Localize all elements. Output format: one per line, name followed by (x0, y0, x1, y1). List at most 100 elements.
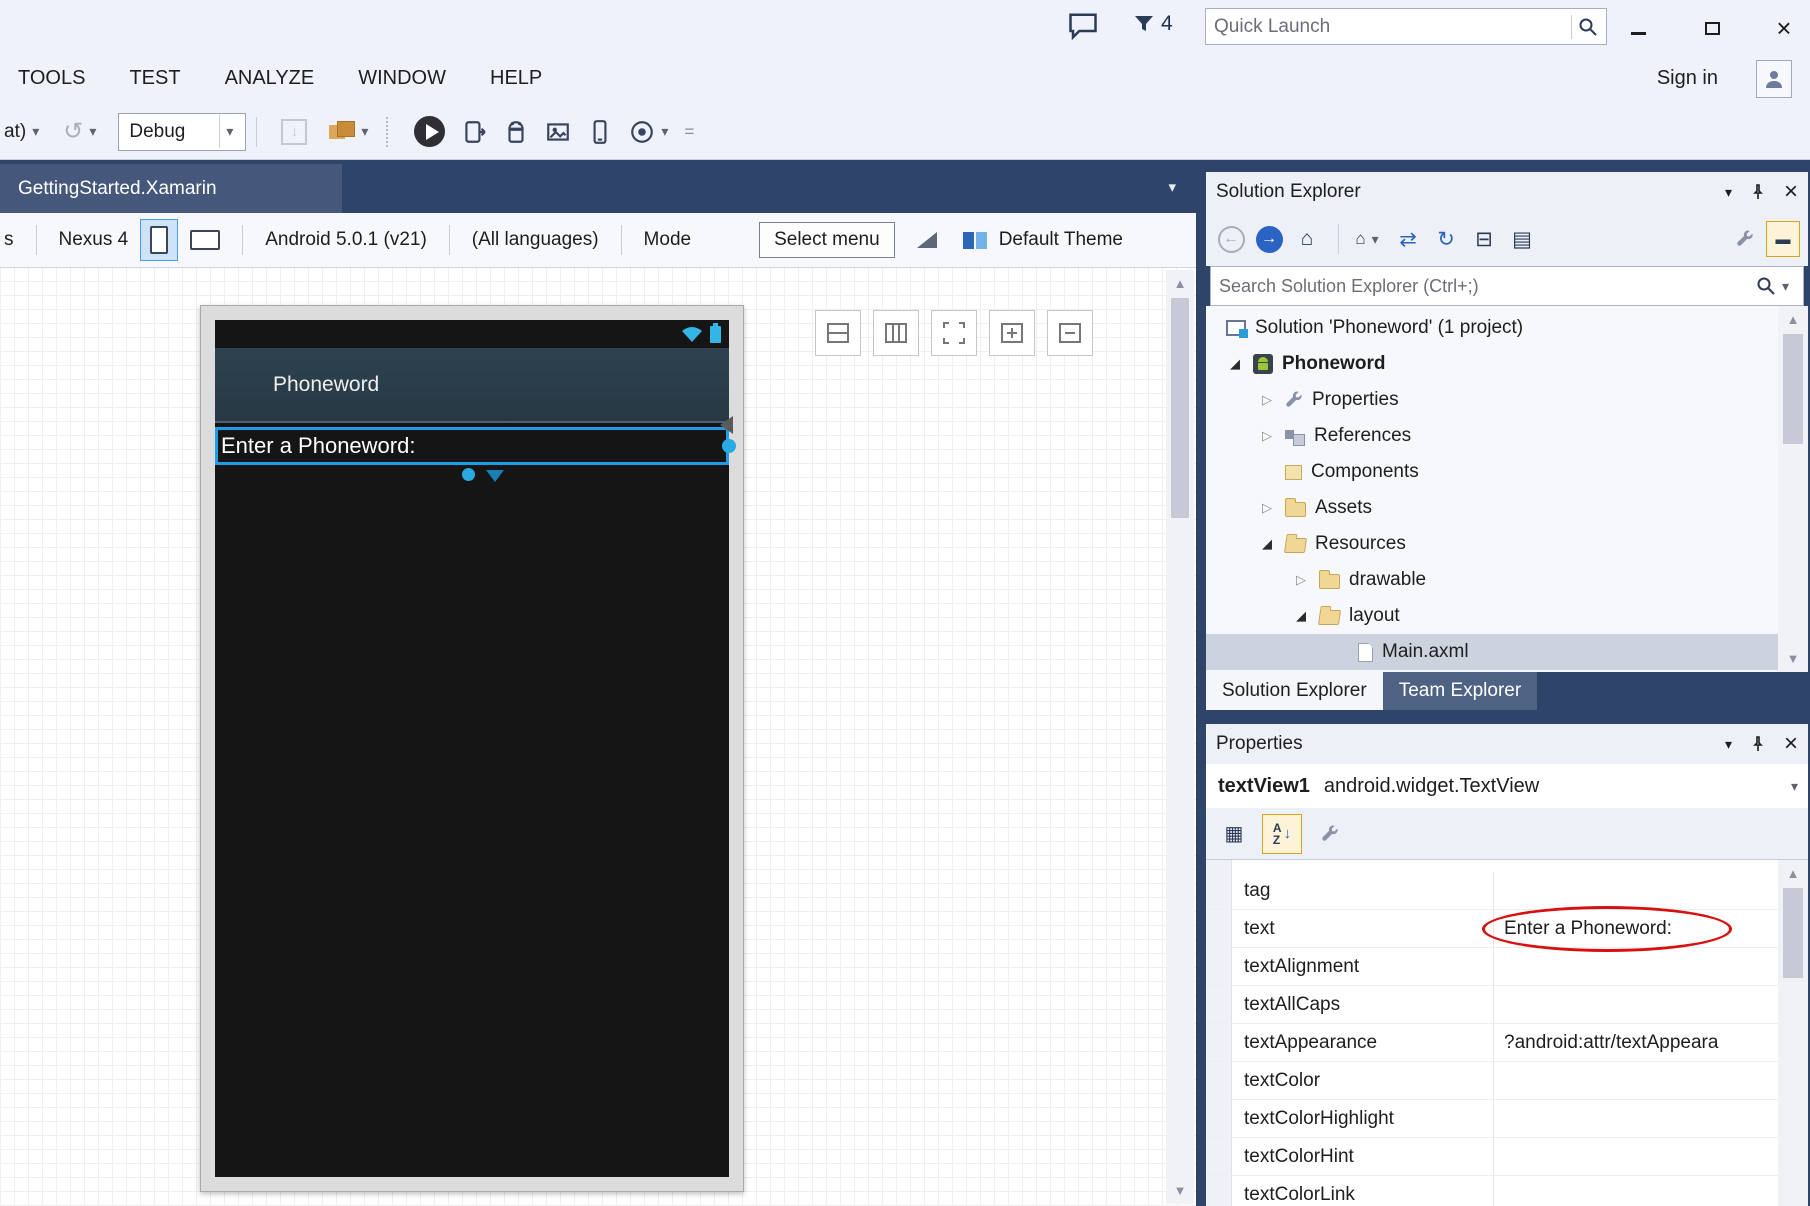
categorized-view-button[interactable]: ▦ (1214, 814, 1254, 854)
split-vertical-button[interactable] (873, 310, 919, 356)
chevron-down-icon[interactable]: ▾ (361, 123, 368, 140)
android-version-selector[interactable]: Android 5.0.1 (v21) (265, 229, 427, 251)
property-value[interactable] (1494, 1100, 1778, 1137)
attach-process-icon[interactable] (329, 121, 355, 143)
close-icon[interactable]: × (1784, 732, 1798, 756)
property-value[interactable] (1494, 1138, 1778, 1175)
android-emulator-icon[interactable] (503, 119, 529, 145)
scroll-down-icon[interactable]: ▼ (1778, 651, 1808, 666)
property-row-textallcaps[interactable]: textAllCaps (1206, 986, 1778, 1024)
action-bar-options-icon[interactable] (917, 232, 937, 248)
solution-explorer-header[interactable]: Solution Explorer ▾ × (1206, 172, 1808, 212)
selected-textview[interactable]: Enter a Phoneword: (215, 427, 729, 465)
window-minimize-button[interactable] (1616, 10, 1660, 46)
record-profile-icon[interactable] (629, 119, 655, 145)
property-row-textcolorhint[interactable]: textColorHint (1206, 1138, 1778, 1176)
properties-header[interactable]: Properties ▾ × (1206, 724, 1808, 764)
solution-explorer-search-box[interactable]: ▾ (1210, 266, 1804, 306)
property-row-textcolorhighlight[interactable]: textColorHighlight (1206, 1100, 1778, 1138)
chevron-down-icon[interactable]: ▾ (1791, 778, 1798, 795)
tree-item-components[interactable]: Components (1206, 454, 1808, 490)
tree-item-references[interactable]: ▷ References (1206, 418, 1808, 454)
forward-button[interactable]: → (1252, 221, 1286, 257)
property-value[interactable] (1494, 872, 1778, 909)
tree-item-main-axml[interactable]: Main.axml (1206, 634, 1808, 670)
notifications-flag[interactable]: 4 (1132, 12, 1173, 36)
quick-launch-box[interactable] (1205, 8, 1607, 45)
expander-expanded-icon[interactable]: ◢ (1292, 608, 1310, 624)
scroll-up-icon[interactable]: ▲ (1166, 276, 1194, 291)
user-account-button[interactable] (1756, 60, 1792, 98)
theme-selector[interactable]: Default Theme (999, 229, 1123, 251)
property-value[interactable] (1494, 948, 1778, 985)
menu-test[interactable]: TEST (129, 67, 180, 90)
property-row-textalignment[interactable]: textAlignment (1206, 948, 1778, 986)
language-selector[interactable]: (All languages) (472, 229, 599, 251)
show-all-files-button[interactable]: ▤ (1505, 221, 1539, 257)
resize-handle-right[interactable] (722, 439, 736, 453)
back-button[interactable]: ← (1214, 221, 1248, 257)
home-button[interactable]: ⌂ (1290, 221, 1324, 257)
window-close-button[interactable]: × (1762, 10, 1806, 46)
scroll-down-icon[interactable]: ▼ (1166, 1183, 1194, 1198)
preview-selected-items-toggle[interactable]: ▬ (1766, 221, 1800, 257)
sync-with-active-document-button[interactable]: ⇄ (1391, 221, 1425, 257)
property-row-textcolor[interactable]: textColor (1206, 1062, 1778, 1100)
tree-item-layout[interactable]: ◢ layout (1206, 598, 1808, 634)
property-row-text[interactable]: text Enter a Phoneword: (1206, 910, 1778, 948)
scrollbar-thumb[interactable] (1171, 298, 1189, 518)
scrollbar-thumb[interactable] (1783, 334, 1803, 444)
tab-solution-explorer[interactable]: Solution Explorer (1206, 672, 1383, 710)
tab-list-chevron-icon[interactable]: ▾ (1168, 178, 1176, 196)
property-value[interactable]: ?android:attr/textAppeara (1494, 1024, 1778, 1061)
expander-collapsed-icon[interactable]: ▷ (1258, 428, 1276, 444)
quick-launch-input[interactable] (1214, 16, 1565, 38)
chevron-down-icon[interactable]: ▾ (89, 123, 96, 140)
document-scrollbar[interactable]: ▲ ▼ (1166, 270, 1194, 1204)
properties-scrollbar[interactable]: ▲ (1778, 860, 1808, 1206)
property-pages-wrench-button[interactable] (1310, 814, 1350, 854)
document-tab-gettingstarted[interactable]: GettingStarted.Xamarin (0, 164, 342, 213)
tree-item-resources[interactable]: ◢ Resources (1206, 526, 1808, 562)
tree-item-solution[interactable]: Solution 'Phoneword' (1 project) (1206, 310, 1808, 346)
expander-expanded-icon[interactable]: ◢ (1226, 356, 1244, 372)
split-horizontal-button[interactable] (815, 310, 861, 356)
toolbar-overflow-grip[interactable]: = (684, 122, 692, 142)
fit-to-screen-button[interactable] (931, 310, 977, 356)
collapse-all-button[interactable]: ⊟ (1467, 221, 1501, 257)
tree-item-drawable[interactable]: ▷ drawable (1206, 562, 1808, 598)
theme-swatch-icon[interactable] (963, 232, 987, 249)
deploy-device-icon[interactable] (461, 119, 487, 145)
tab-team-explorer[interactable]: Team Explorer (1383, 672, 1538, 710)
property-row-textappearance[interactable]: textAppearance ?android:attr/textAppeara (1206, 1024, 1778, 1062)
close-icon[interactable]: × (1784, 180, 1798, 204)
solution-explorer-search-input[interactable] (1219, 276, 1756, 297)
tree-scrollbar[interactable]: ▲ ▼ (1778, 306, 1808, 672)
expander-collapsed-icon[interactable]: ▷ (1292, 572, 1310, 588)
chevron-down-icon[interactable]: ▾ (1782, 278, 1789, 295)
mode-label[interactable]: Mode (644, 229, 692, 251)
design-surface[interactable]: Phoneword Enter a Phoneword: (0, 268, 1196, 1206)
property-value[interactable] (1494, 1176, 1778, 1206)
landscape-device-icon[interactable] (190, 230, 220, 250)
configuration-combo-partial[interactable]: at) (4, 121, 26, 143)
property-value[interactable] (1494, 1062, 1778, 1099)
solution-configuration-dropdown[interactable]: Debug ▾ (118, 113, 246, 151)
feedback-bubble-icon[interactable] (1068, 12, 1098, 45)
menu-help[interactable]: HELP (490, 67, 542, 90)
device-monitor-icon[interactable] (587, 119, 613, 145)
menu-tools[interactable]: TOOLS (18, 67, 85, 90)
window-position-chevron-icon[interactable]: ▾ (1725, 736, 1732, 753)
selection-dropdown-icon[interactable] (486, 470, 504, 482)
device-selector[interactable]: Nexus 4 (59, 229, 129, 251)
expander-collapsed-icon[interactable]: ▷ (1258, 392, 1276, 408)
property-value[interactable]: Enter a Phoneword: (1494, 910, 1778, 947)
properties-object-selector[interactable]: textView1 android.widget.TextView ▾ (1206, 764, 1808, 808)
property-value[interactable] (1494, 986, 1778, 1023)
menu-analyze[interactable]: ANALYZE (225, 67, 315, 90)
tree-item-assets[interactable]: ▷ Assets (1206, 490, 1808, 526)
portrait-orientation-button[interactable] (140, 219, 178, 261)
chevron-down-icon[interactable]: ▾ (32, 123, 39, 140)
alphabetical-sort-button[interactable]: AZ ↓ (1262, 814, 1302, 854)
scrollbar-thumb[interactable] (1783, 888, 1803, 978)
